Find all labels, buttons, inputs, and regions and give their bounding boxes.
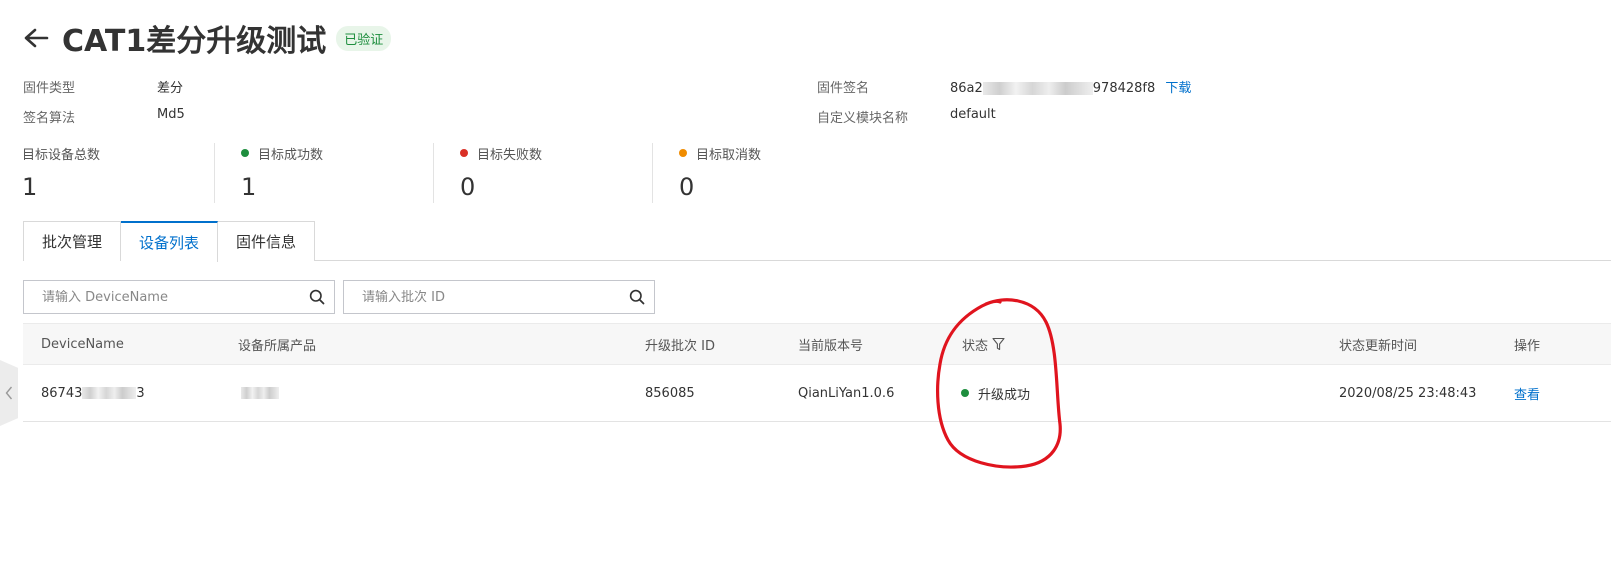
- stat-total: 目标设备总数 1: [22, 143, 214, 203]
- tab-bar: 批次管理 设备列表 固件信息: [23, 221, 1611, 262]
- stat-cancelled: 目标取消数 0: [652, 143, 871, 203]
- cell-device-name: 86743 3: [41, 365, 145, 421]
- module-name-label: 自定义模块名称: [817, 111, 909, 126]
- redacted-mask: [82, 387, 137, 399]
- tab-device-list[interactable]: 设备列表: [121, 221, 219, 262]
- cell-updated-time: 2020/08/25 23:48:43: [1339, 385, 1477, 401]
- chevron-left-icon: [5, 386, 13, 400]
- search-icon[interactable]: [620, 281, 654, 313]
- firmware-sign-prefix: 86a2: [950, 81, 983, 96]
- cell-product: [241, 365, 279, 421]
- orange-dot-icon: [679, 149, 687, 157]
- col-product: 设备所属产品: [238, 338, 317, 354]
- firmware-type-value: 差分: [157, 81, 184, 96]
- stat-value: 1: [22, 173, 38, 201]
- col-action: 操作: [1514, 338, 1541, 354]
- search-icon[interactable]: [300, 281, 334, 313]
- cell-batch-id: 856085: [645, 385, 695, 401]
- back-button[interactable]: [22, 24, 50, 52]
- arrow-left-icon: [24, 28, 49, 48]
- download-link[interactable]: 下载: [1165, 81, 1191, 96]
- stat-value: 0: [460, 173, 476, 201]
- device-name-search-input[interactable]: [42, 289, 300, 305]
- redacted-mask: [241, 387, 279, 399]
- stat-value: 1: [241, 173, 257, 201]
- firmware-sign-suffix: 978428f8: [1092, 81, 1156, 96]
- stat-label: 目标设备总数: [22, 147, 101, 163]
- firmware-sign-value: 86a2 978428f8 下载: [950, 77, 1191, 96]
- sign-algo-value: Md5: [157, 107, 185, 122]
- stat-success: 目标成功数 1: [214, 143, 433, 203]
- verified-badge: 已验证: [336, 25, 392, 51]
- green-dot-icon: [241, 149, 249, 157]
- stat-label-row: 目标失败数: [460, 143, 652, 163]
- col-status: 状态: [962, 324, 1005, 364]
- red-dot-icon: [460, 149, 468, 157]
- batch-id-search-input[interactable]: [362, 289, 620, 305]
- cell-status: 升级成功: [961, 365, 1030, 421]
- redacted-mask: [982, 82, 1093, 95]
- tab-batch-management[interactable]: 批次管理: [23, 221, 122, 261]
- col-version: 当前版本号: [798, 338, 864, 354]
- stat-label: 目标成功数: [258, 147, 324, 163]
- page-title: CAT1差分升级测试: [62, 24, 327, 59]
- filter-icon[interactable]: [992, 337, 1005, 351]
- device-table: DeviceName 设备所属产品 升级批次 ID 当前版本号 状态 状态更新时…: [23, 323, 1611, 422]
- device-name-suffix: 3: [136, 385, 145, 401]
- firmware-sign-label: 固件签名: [817, 81, 870, 96]
- stat-value: 0: [679, 173, 695, 201]
- view-link[interactable]: 查看: [1514, 365, 1540, 421]
- col-updated-time: 状态更新时间: [1339, 338, 1418, 354]
- success-dot-icon: [961, 389, 969, 397]
- tab-firmware-info[interactable]: 固件信息: [218, 221, 316, 261]
- stat-label: 目标取消数: [696, 147, 762, 163]
- target-stats: 目标设备总数 1 目标成功数 1 目标失败数 0 目标取消数 0: [22, 143, 871, 203]
- stat-label-row: 目标成功数: [241, 143, 433, 163]
- col-device-name: DeviceName: [41, 336, 124, 352]
- table-header: DeviceName 设备所属产品 升级批次 ID 当前版本号 状态 状态更新时…: [23, 323, 1611, 365]
- col-status-label: 状态: [962, 338, 989, 354]
- sidebar-collapse-handle[interactable]: [0, 360, 18, 426]
- col-batch-id: 升级批次 ID: [645, 338, 715, 354]
- cell-version: QianLiYan1.0.6: [798, 385, 895, 401]
- stat-label: 目标失败数: [477, 147, 543, 163]
- batch-search: [343, 280, 655, 314]
- stat-failed: 目标失败数 0: [433, 143, 652, 203]
- firmware-type-label: 固件类型: [23, 81, 76, 96]
- device-search: [23, 280, 335, 314]
- stat-label-row: 目标取消数: [679, 143, 871, 163]
- status-text: 升级成功: [978, 387, 1031, 403]
- module-name-value: default: [950, 107, 996, 122]
- sign-algo-label: 签名算法: [23, 111, 76, 126]
- device-name-prefix: 86743: [41, 385, 83, 401]
- table-row: 86743 3 856085 QianLiYan1.0.6 升级成功 2020/0…: [23, 365, 1611, 422]
- page-header: CAT1差分升级测试 已验证: [22, 16, 392, 60]
